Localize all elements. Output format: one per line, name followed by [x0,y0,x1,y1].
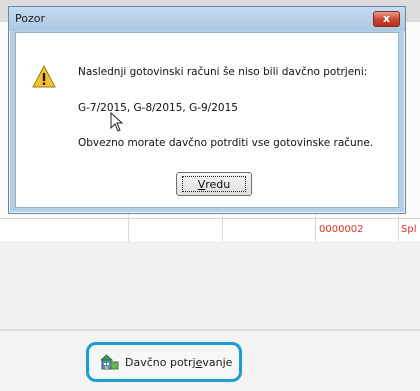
message-line-3: Obvezno morate davčno potrditi vse gotov… [78,137,374,149]
message-line-1: Naslednji gotovinski računi še niso bili… [78,66,368,78]
table-cell-partial: Spl [401,224,417,235]
fiscal-confirm-label: Davčno potrjevanje [125,355,233,369]
dialog-titlebar[interactable]: Pozor x [9,7,405,31]
dialog-body: Naslednji gotovinski računi še niso bili… [15,32,399,208]
ok-button[interactable]: Vredu [176,172,252,196]
table-row[interactable]: 0000002 Spl [0,218,420,242]
building-icon [99,354,119,370]
fiscal-confirm-button[interactable]: Davčno potrjevanje [86,342,242,382]
ok-button-label: Vredu [197,177,231,191]
message-invoice-list: G-7/2015, G-8/2015, G-9/2015 [78,102,238,114]
empty-panel [0,241,420,329]
close-button[interactable]: x [373,11,400,27]
table-cell-code: 0000002 [319,224,364,235]
warning-dialog: Pozor x Naslednji gotovinski računi še n… [8,6,406,214]
dialog-title: Pozor [15,12,45,25]
close-icon: x [382,12,391,25]
mouse-cursor-icon [110,111,124,132]
warning-icon [32,64,56,89]
